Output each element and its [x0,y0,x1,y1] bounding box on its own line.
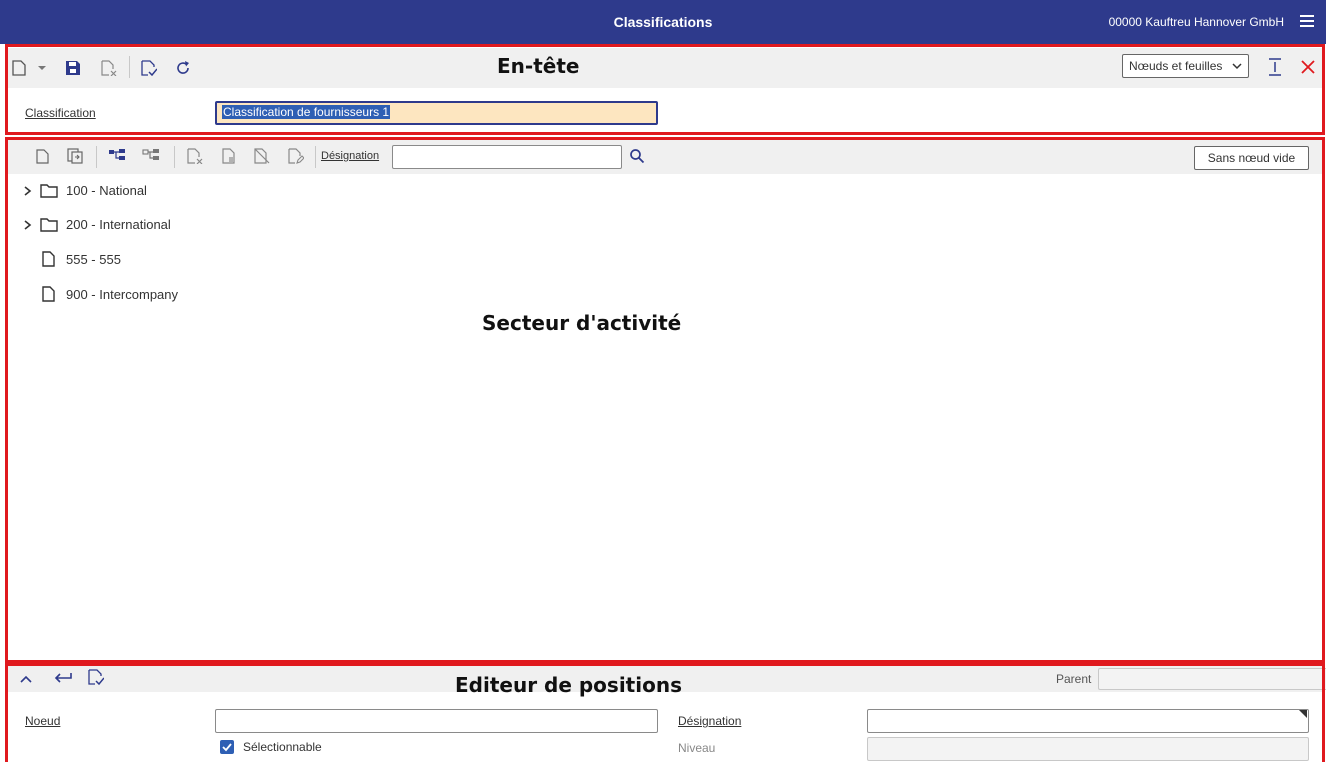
tree-item-national[interactable]: 100 - National [24,181,224,201]
level-label: Niveau [678,741,716,755]
designation-label: Désignation [678,714,742,728]
classification-input-value: Classification de fournisseurs 1 [222,105,391,119]
node-properties-icon[interactable] [222,148,238,164]
designation-search-label: Désignation [321,150,380,162]
parent-field [1098,668,1326,690]
chevron-right-icon[interactable] [24,220,32,230]
selectable-label: Sélectionnable [243,740,322,754]
chevron-up-icon[interactable] [20,675,32,683]
new-dropdown-chevron-icon[interactable] [38,66,46,71]
chevron-right-icon[interactable] [24,186,32,196]
tree-item-label: 555 - 555 [66,252,121,267]
toolbar-separator [315,146,316,168]
tree-item-intercompany[interactable]: 900 - Intercompany [24,285,224,305]
company-name[interactable]: 00000 Kauftreu Hannover GmbH [1109,0,1284,44]
hamburger-menu-icon[interactable] [1300,15,1314,27]
delete-document-icon[interactable] [101,60,117,76]
classification-input[interactable]: Classification de fournisseurs 1 [215,101,658,125]
empty-node-filter-button[interactable]: Sans nœud vide [1194,146,1309,170]
validate-document-icon[interactable] [141,60,157,76]
folder-icon [40,218,58,232]
remove-link-icon[interactable] [254,148,270,164]
save-icon[interactable] [65,60,81,76]
node-input[interactable] [215,709,658,733]
document-icon [42,286,55,302]
expand-tree-icon[interactable] [108,148,126,164]
tree-item-label: 100 - National [66,183,147,198]
tree-item-international[interactable]: 200 - International [24,215,224,235]
tree-item-label: 200 - International [66,217,171,232]
tree-item-555[interactable]: 555 - 555 [24,250,224,270]
editor-section-title: Editeur de positions [455,673,682,697]
header-section-title: En-tête [497,54,580,78]
classification-label: Classification [25,106,96,120]
toolbar-separator [129,56,130,78]
search-icon[interactable] [629,148,645,164]
field-corner-marker-icon [1299,710,1307,718]
copy-node-icon[interactable] [67,148,83,164]
new-document-icon[interactable] [12,60,26,76]
designation-input[interactable] [867,709,1309,733]
chevron-down-icon [1232,63,1242,70]
collapse-tree-icon[interactable] [142,148,160,164]
toolbar-separator [96,146,97,168]
node-label: Noeud [25,714,61,728]
level-field [867,737,1309,761]
refresh-icon[interactable] [175,60,191,76]
designation-search-input[interactable] [392,145,622,169]
toolbar-separator [174,146,175,168]
tree-toolbar [6,140,1322,174]
view-mode-select-value: Nœuds et feuilles [1129,59,1223,73]
return-arrow-icon[interactable] [54,672,72,684]
expand-vertical-icon[interactable] [1268,58,1282,76]
document-icon [42,251,55,267]
validate-position-icon[interactable] [88,669,104,685]
tree-item-label: 900 - Intercompany [66,287,179,302]
tree-section-title: Secteur d'activité [482,311,682,335]
selectable-checkbox[interactable] [220,740,234,754]
parent-label: Parent [1056,672,1092,686]
delete-node-icon[interactable] [187,148,203,164]
edit-node-icon[interactable] [288,148,304,164]
new-node-icon[interactable] [36,149,49,164]
view-mode-select[interactable]: Nœuds et feuilles [1122,54,1249,78]
app-titlebar: Classifications 00000 Kauftreu Hannover … [0,0,1326,44]
folder-icon [40,184,58,198]
close-icon[interactable] [1301,60,1315,74]
